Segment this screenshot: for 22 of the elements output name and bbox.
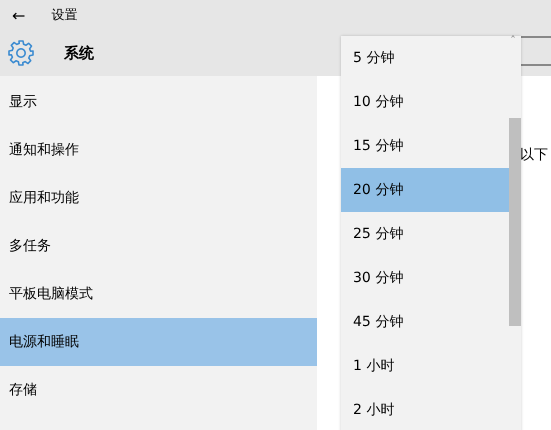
sidebar-item[interactable]: 平板电脑模式 (0, 270, 317, 318)
dropdown-option[interactable]: 2 小时 (341, 388, 509, 430)
dropdown-option[interactable]: 15 分钟 (341, 124, 509, 168)
sidebar-item[interactable]: 显示 (0, 78, 317, 126)
dropdown-option[interactable]: 5 分钟 (341, 36, 509, 80)
dropdown-option[interactable]: 10 分钟 (341, 80, 509, 124)
sidebar-item[interactable]: 多任务 (0, 222, 317, 270)
scrollbar-thumb[interactable] (509, 118, 521, 326)
dropdown-option[interactable]: 45 分钟 (341, 300, 509, 344)
sidebar-item[interactable]: 存储 (0, 366, 317, 414)
dropdown-option[interactable]: 30 分钟 (341, 256, 509, 300)
content-text: 以下 (520, 146, 548, 164)
sidebar-item[interactable]: 应用和功能 (0, 174, 317, 222)
sidebar-item[interactable]: 电源和睡眠 (0, 318, 317, 366)
window-title: 设置 (51, 7, 78, 24)
page-title: 系统 (64, 44, 94, 62)
sidebar-item[interactable]: 通知和操作 (0, 126, 317, 174)
dropdown-option[interactable]: 25 分钟 (341, 212, 509, 256)
settings-icon (8, 40, 34, 66)
back-button[interactable]: ← (12, 6, 26, 24)
dropdown-option[interactable]: 1 小时 (341, 344, 509, 388)
dropdown-option[interactable]: 20 分钟 (341, 168, 509, 212)
